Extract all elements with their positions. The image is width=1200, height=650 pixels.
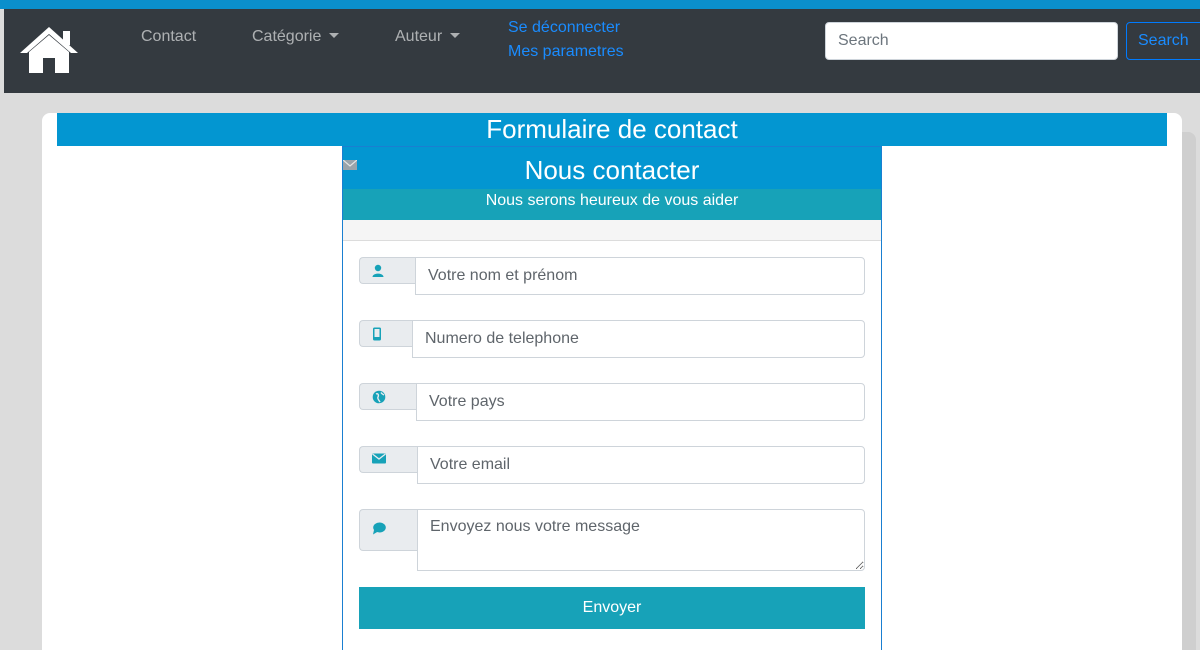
phone-field[interactable] [412,320,865,358]
user-icon [372,264,384,277]
nav-auteur-label: Auteur [395,28,443,45]
contact-form: Nous contacter Nous serons heureux de vo… [342,146,882,650]
contact-title: Nous contacter [524,155,700,185]
card-shadow [1182,132,1196,650]
email-field-addon [359,446,418,473]
country-field-addon [359,383,417,410]
chevron-down-icon [450,33,461,38]
search-input[interactable] [825,22,1118,60]
mobile-icon [373,327,381,341]
email-field[interactable] [417,446,865,484]
envelope-icon [372,453,386,464]
country-field[interactable] [416,383,865,421]
nav-contact-link[interactable]: Contact [141,28,196,46]
phone-field-addon [359,320,413,347]
logout-link[interactable]: Se déconnecter [508,19,620,37]
globe-icon [372,390,386,404]
contact-divider [343,220,881,241]
submit-button[interactable]: Envoyer [359,587,865,629]
comment-icon [373,522,386,535]
nav-categorie-dropdown[interactable]: Catégorie [252,28,340,46]
search-button[interactable]: Search [1126,22,1200,60]
contact-header: Nous contacter [342,147,881,189]
top-accent-stripe [0,0,1200,9]
settings-link[interactable]: Mes parametres [508,43,624,61]
navbar: Contact Catégorie Auteur Se déconnecter … [4,9,1200,93]
nav-categorie-label: Catégorie [252,28,322,45]
message-field-addon [359,509,418,551]
contact-subtitle: Nous serons heureux de vous aider [343,189,881,220]
chevron-down-icon [329,33,340,38]
nav-auteur-dropdown[interactable]: Auteur [395,28,461,46]
home-icon[interactable] [18,25,80,75]
page-title: Formulaire de contact [57,113,1167,146]
name-field[interactable] [415,257,865,295]
message-field[interactable] [417,509,865,571]
name-field-addon [359,257,416,284]
